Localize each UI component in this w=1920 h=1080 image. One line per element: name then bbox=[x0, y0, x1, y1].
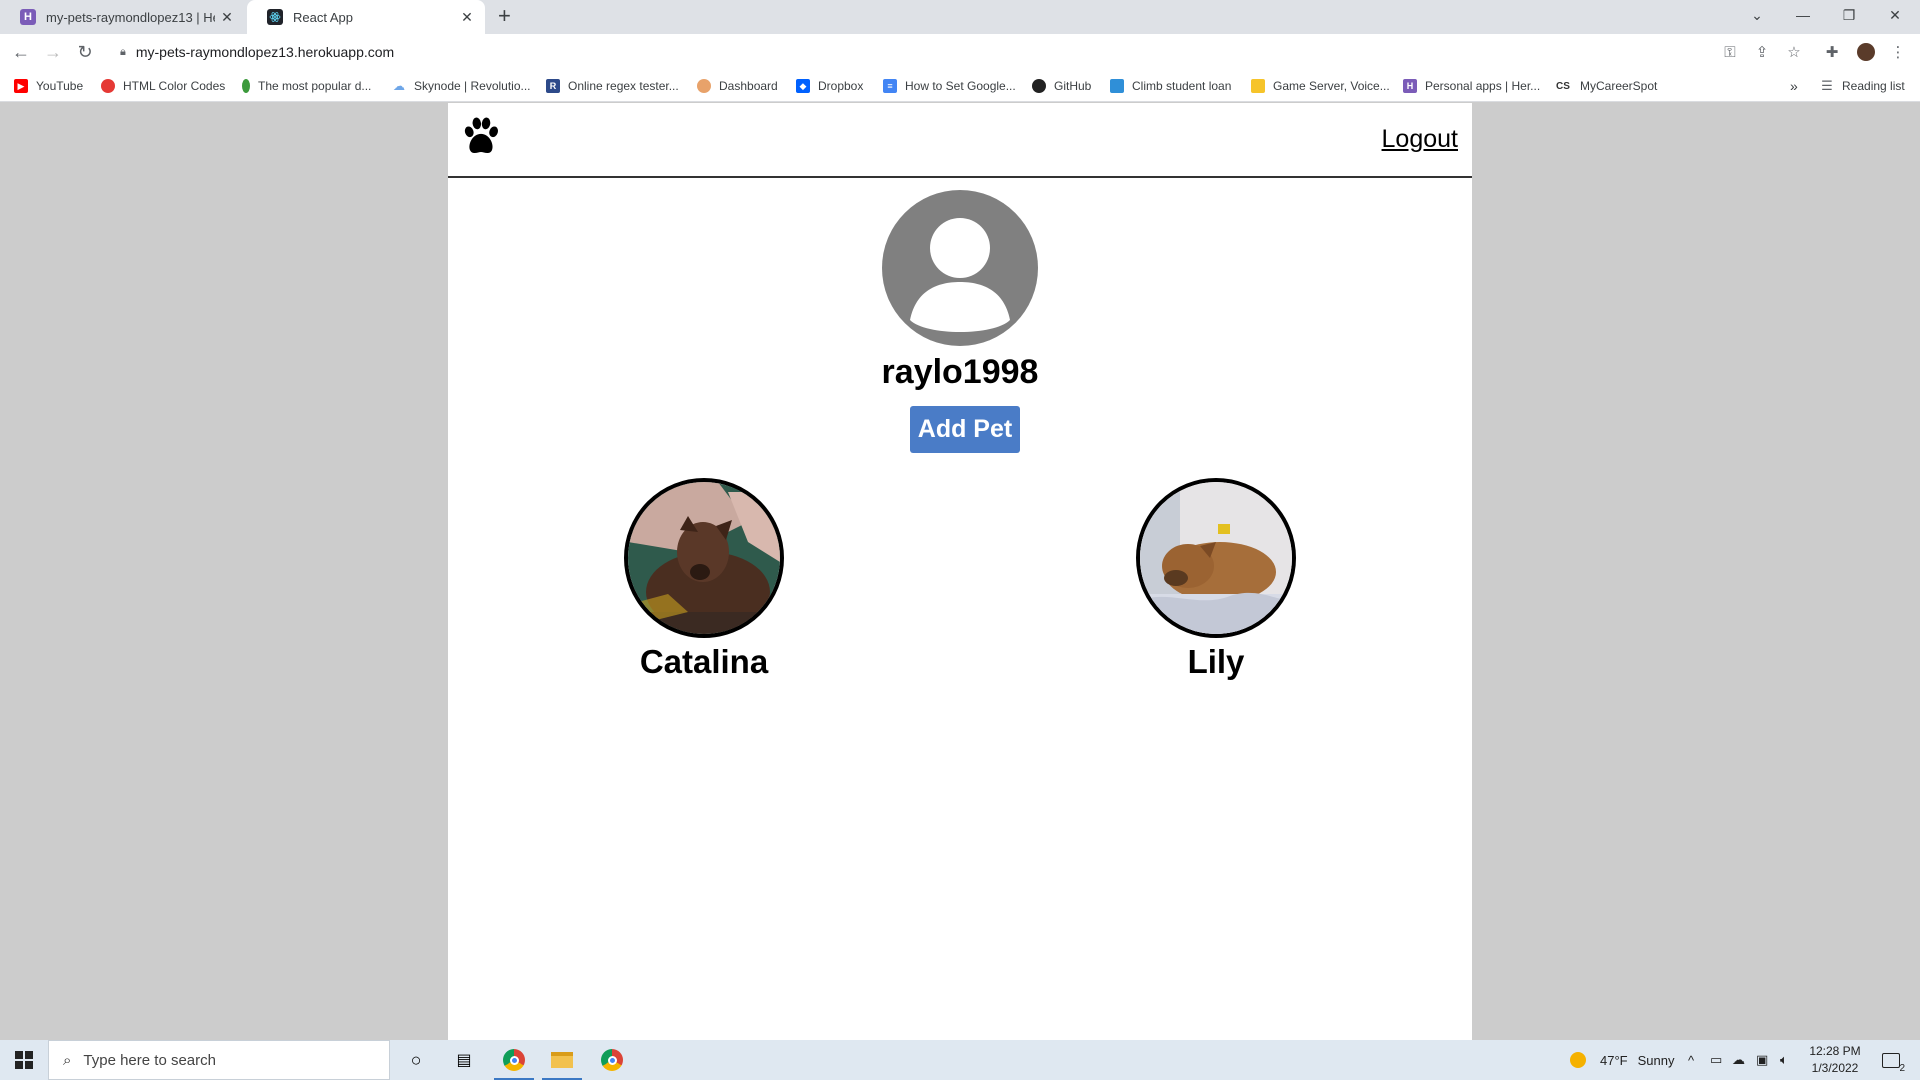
regex-icon: R bbox=[546, 79, 560, 93]
username-heading: raylo1998 bbox=[881, 353, 1039, 391]
leaf-icon bbox=[242, 79, 250, 93]
taskbar-chrome-active[interactable] bbox=[490, 1040, 538, 1080]
paw-logo-icon[interactable] bbox=[460, 115, 502, 157]
search-icon: ⌕ bbox=[63, 1051, 72, 1069]
dashboard-icon bbox=[697, 79, 711, 93]
windows-start-icon[interactable] bbox=[0, 1040, 48, 1080]
star-icon[interactable]: ☆ bbox=[1780, 34, 1808, 70]
menu-icon[interactable]: ⋮ bbox=[1884, 34, 1912, 70]
heroku-icon: H bbox=[20, 9, 36, 25]
tab-heroku[interactable]: H my-pets-raymondlopez13 | Heroku ✕ bbox=[0, 0, 245, 34]
taskbar-clock[interactable]: 12:28 PM 1/3/2022 bbox=[1796, 1043, 1874, 1077]
clock-date: 1/3/2022 bbox=[1811, 1061, 1859, 1075]
reading-list-button[interactable]: ☰ Reading list bbox=[1820, 70, 1905, 102]
restore-button[interactable]: ❐ bbox=[1826, 0, 1872, 30]
bookmark-dashboard[interactable]: Dashboard bbox=[697, 70, 778, 102]
bookmark-github[interactable]: GitHub bbox=[1032, 70, 1091, 102]
cs-icon: CS bbox=[1556, 80, 1570, 92]
youtube-icon: ▶ bbox=[14, 79, 28, 93]
gameserver-icon bbox=[1251, 79, 1265, 93]
cloud-icon: ☁ bbox=[393, 79, 405, 93]
pet-photo[interactable] bbox=[624, 478, 784, 638]
bookmark-mongodb[interactable]: The most popular d... bbox=[242, 70, 371, 102]
dropbox-icon: ◆ bbox=[796, 79, 810, 93]
show-hidden-icons[interactable]: ^ bbox=[1688, 1040, 1694, 1080]
reload-icon[interactable]: ↻ bbox=[70, 34, 100, 70]
user-avatar-icon bbox=[882, 190, 1038, 346]
key-icon[interactable]: ⚿ bbox=[1716, 34, 1744, 70]
lock-icon: 🔒︎ bbox=[120, 45, 126, 58]
add-pet-button[interactable]: Add Pet bbox=[910, 406, 1020, 453]
bookmark-html-color-codes[interactable]: HTML Color Codes bbox=[101, 70, 225, 102]
react-icon bbox=[267, 9, 283, 25]
github-icon bbox=[1032, 79, 1046, 93]
tab-title: my-pets-raymondlopez13 | Heroku bbox=[46, 9, 215, 25]
taskbar-search-input[interactable]: ⌕ Type here to search bbox=[48, 1040, 390, 1080]
bookmark-climb[interactable]: Climb student loan bbox=[1110, 70, 1231, 102]
sun-icon bbox=[1570, 1052, 1586, 1068]
onedrive-icon[interactable]: ☁ bbox=[1732, 1040, 1745, 1080]
task-view-icon[interactable]: ▤ bbox=[440, 1040, 488, 1080]
notification-count: 2 bbox=[1899, 1062, 1905, 1074]
reading-list-icon: ☰ bbox=[1821, 78, 1833, 93]
notifications-icon[interactable]: 2 bbox=[1882, 1040, 1905, 1080]
meet-now-icon[interactable]: ▭ bbox=[1710, 1040, 1722, 1080]
chrome-icon bbox=[503, 1049, 525, 1071]
profile-avatar[interactable] bbox=[1852, 34, 1880, 70]
back-icon[interactable]: ← bbox=[6, 34, 36, 70]
pet-photo[interactable] bbox=[1136, 478, 1296, 638]
windows-taskbar: ⌕ Type here to search ○ ▤ 47°F Sunny ^ ▭… bbox=[0, 1040, 1920, 1080]
bookmark-regex[interactable]: R Online regex tester... bbox=[546, 70, 679, 102]
docs-icon: ≡ bbox=[883, 79, 897, 93]
tab-title: React App bbox=[293, 9, 353, 25]
clock-time: 12:28 PM bbox=[1809, 1044, 1861, 1058]
pet-card-lily[interactable]: Lily bbox=[1116, 478, 1316, 688]
network-icon[interactable]: ▣ bbox=[1756, 1040, 1768, 1080]
extensions-icon[interactable]: ✚ bbox=[1818, 34, 1846, 70]
taskbar-chrome[interactable] bbox=[588, 1040, 636, 1080]
file-explorer-icon[interactable] bbox=[538, 1040, 586, 1080]
bookmark-game-server[interactable]: Game Server, Voice... bbox=[1251, 70, 1390, 102]
htmlcolor-icon bbox=[101, 79, 115, 93]
url-text: my-pets-raymondlopez13.herokuapp.com bbox=[135, 44, 395, 60]
forward-icon[interactable]: → bbox=[38, 34, 68, 70]
bookmark-youtube[interactable]: ▶ YouTube bbox=[14, 70, 83, 102]
share-icon[interactable]: ⇪ bbox=[1748, 34, 1776, 70]
bookmark-heroku[interactable]: H Personal apps | Her... bbox=[1403, 70, 1540, 102]
browser-toolbar: ← → ↻ 🔒︎ my-pets-raymondlopez13.herokuap… bbox=[0, 34, 1920, 70]
pet-name: Lily bbox=[1187, 643, 1245, 680]
app-container: Logout raylo1998 Add Pet Catalina Lily bbox=[448, 103, 1472, 1040]
more-bookmarks-button[interactable]: » bbox=[1790, 70, 1798, 102]
close-tab-icon[interactable]: ✕ bbox=[455, 9, 479, 26]
climb-icon bbox=[1110, 79, 1124, 93]
app-header: Logout bbox=[448, 103, 1472, 178]
bookmark-mycareerspot[interactable]: CS MyCareerSpot bbox=[1554, 70, 1657, 102]
page-viewport: Logout raylo1998 Add Pet Catalina Lily bbox=[0, 103, 1920, 1040]
bookmark-skynode[interactable]: ☁ Skynode | Revolutio... bbox=[392, 70, 531, 102]
pet-card-catalina[interactable]: Catalina bbox=[604, 478, 804, 688]
heroku-icon: H bbox=[1403, 79, 1417, 93]
bookmark-dropbox[interactable]: ◆ Dropbox bbox=[796, 70, 863, 102]
weather-widget[interactable]: 47°F Sunny bbox=[1570, 1040, 1674, 1080]
close-window-button[interactable]: ✕ bbox=[1872, 0, 1918, 30]
tab-react-app[interactable]: React App ✕ bbox=[247, 0, 485, 34]
chrome-icon bbox=[601, 1049, 623, 1071]
cortana-icon[interactable]: ○ bbox=[392, 1040, 440, 1080]
tab-search-icon[interactable]: ⌄ bbox=[1734, 0, 1780, 30]
new-tab-button[interactable]: + bbox=[498, 3, 511, 29]
close-tab-icon[interactable]: ✕ bbox=[215, 9, 239, 26]
bookmarks-bar: ▶ YouTube HTML Color Codes The most popul… bbox=[0, 70, 1920, 102]
address-bar[interactable]: 🔒︎ my-pets-raymondlopez13.herokuapp.com bbox=[112, 38, 1792, 66]
volume-icon[interactable]: 🔈︎ bbox=[1780, 1040, 1788, 1080]
pet-name: Catalina bbox=[639, 643, 769, 680]
bookmark-google-docs[interactable]: ≡ How to Set Google... bbox=[883, 70, 1016, 102]
minimize-button[interactable]: — bbox=[1780, 0, 1826, 30]
logout-link[interactable]: Logout bbox=[1382, 125, 1458, 154]
browser-tabstrip: H my-pets-raymondlopez13 | Heroku ✕ Reac… bbox=[0, 0, 1920, 34]
